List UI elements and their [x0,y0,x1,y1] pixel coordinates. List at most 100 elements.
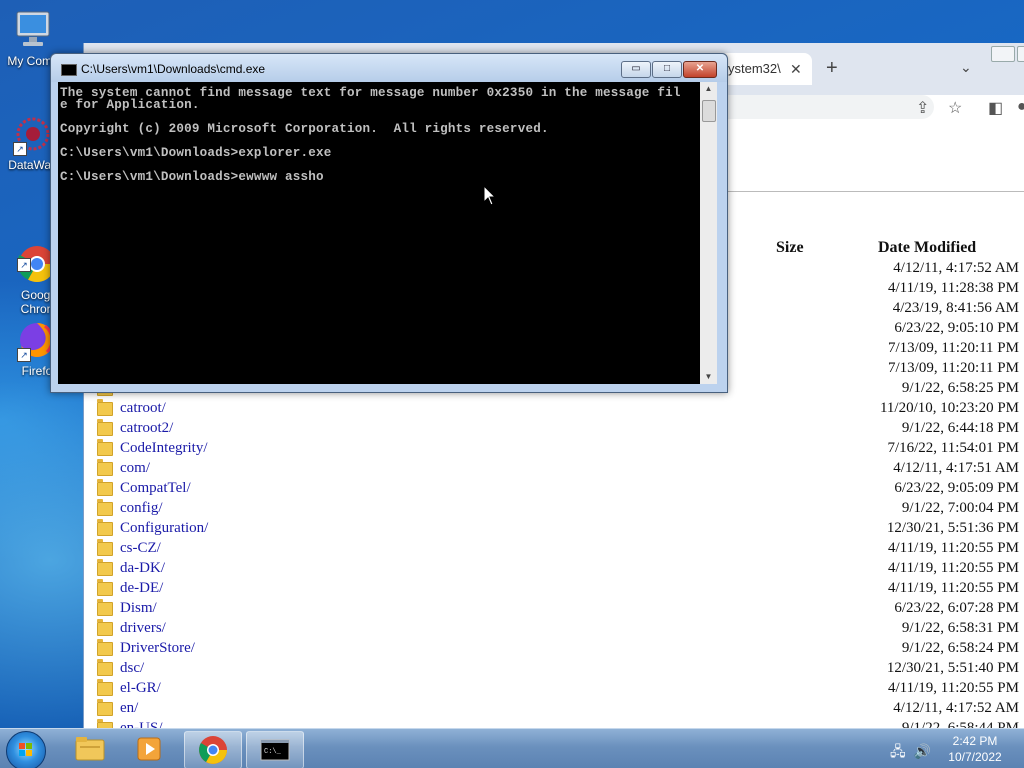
folder-icon [97,639,113,656]
folder-link[interactable]: CompatTel/ [120,480,191,497]
table-row: cs-CZ/4/11/19, 11:20:55 PM [84,539,1024,559]
close-tab-icon[interactable]: ✕ [790,53,802,85]
folder-link[interactable]: de-DE/ [120,580,163,597]
tab-search-chevron-icon[interactable]: ⌄ [960,59,972,76]
shortcut-arrow-icon: ↗ [17,258,31,272]
table-row: CodeIntegrity/7/16/22, 11:54:01 PM [84,439,1024,459]
datawag-icon: ↗ [11,112,55,156]
date-modified-cell: 4/11/19, 11:20:55 PM [888,680,1019,696]
taskbar: C:\_ 🖧 🔊 2:42 PM 10/7/2022 [0,728,1024,768]
chrome-icon [199,736,227,764]
cmd-console[interactable]: The system cannot find message text for … [58,82,700,384]
folder-icon [97,699,113,716]
folder-icon [97,519,113,536]
folder-link[interactable]: dsc/ [120,660,144,677]
folder-link[interactable]: CodeIntegrity/ [120,440,207,457]
table-row: dsc/12/30/21, 5:51:40 PM [84,659,1024,679]
folder-link[interactable]: DriverStore/ [120,640,195,657]
close-button[interactable]: ✕ [683,61,717,78]
console-line: C:\Users\vm1\Downloads>explorer.exe [60,146,332,160]
date-modified-cell: 7/16/22, 11:54:01 PM [887,440,1019,456]
folder-link[interactable]: Dism/ [120,600,157,617]
scroll-down-arrow-icon[interactable]: ▼ [700,370,717,384]
folder-link[interactable]: cs-CZ/ [120,540,161,557]
date-modified-cell: 4/12/11, 4:17:51 AM [893,460,1019,476]
date-modified-cell: 6/23/22, 9:05:10 PM [894,320,1019,336]
start-button[interactable] [6,731,46,768]
date-modified-cell: 4/11/19, 11:28:38 PM [888,280,1019,296]
maximize-button[interactable]: □ [652,61,682,78]
scroll-thumb[interactable] [702,100,716,122]
table-row: CompatTel/6/23/22, 9:05:09 PM [84,479,1024,499]
computer-icon [11,8,55,52]
folder-icon [97,619,113,636]
clock[interactable]: 2:42 PM 10/7/2022 [940,733,1010,765]
share-icon[interactable]: ⇪ [916,98,929,118]
table-row: de-DE/4/11/19, 11:20:55 PM [84,579,1024,599]
date-modified-cell: 12/30/21, 5:51:40 PM [886,660,1019,676]
date-modified-cell: 11/20/10, 10:23:20 PM [879,400,1019,416]
cmd-title-bar[interactable]: C:\Users\vm1\Downloads\cmd.exe ▭ □ ✕ [51,54,727,82]
date-modified-cell: 12/30/21, 5:51:36 PM [886,520,1019,536]
side-panel-icon[interactable]: ◧ [988,98,1003,118]
table-row: catroot2/9/1/22, 6:44:18 PM [84,419,1024,439]
date-modified-cell: 4/12/11, 4:17:52 AM [893,260,1019,276]
profile-icon[interactable]: ● [1017,98,1024,116]
column-header-size[interactable]: Size [776,239,804,257]
folder-icon [97,499,113,516]
folder-icon [97,579,113,596]
date-modified-cell: 9/1/22, 6:58:31 PM [901,620,1019,636]
browser-maximize-button[interactable] [1017,46,1024,62]
folder-icon [97,419,113,436]
folder-icon [97,479,113,496]
column-header-date-modified[interactable]: Date Modified [878,239,976,257]
cmd-window[interactable]: C:\Users\vm1\Downloads\cmd.exe ▭ □ ✕ The… [50,53,728,393]
shortcut-arrow-icon: ↗ [13,142,27,156]
folder-icon [97,399,113,416]
date-modified-cell: 7/13/09, 11:20:11 PM [888,340,1019,356]
folder-link[interactable]: config/ [120,500,163,517]
new-tab-button[interactable]: + [826,57,838,79]
date-modified-cell: 9/1/22, 6:58:24 PM [901,640,1019,656]
shortcut-arrow-icon: ↗ [17,348,31,362]
folder-link[interactable]: en/ [120,700,138,717]
scroll-up-arrow-icon[interactable]: ▲ [700,82,717,96]
table-row: drivers/9/1/22, 6:58:31 PM [84,619,1024,639]
cmd-window-title: C:\Users\vm1\Downloads\cmd.exe [81,62,266,76]
taskbar-chrome-button[interactable] [184,731,242,768]
minimize-button[interactable]: ▭ [621,61,651,78]
date-modified-cell: 4/23/19, 8:41:56 AM [892,300,1019,316]
table-row: com/4/12/11, 4:17:51 AM [84,459,1024,479]
date-modified-cell: 4/11/19, 11:20:55 PM [888,580,1019,596]
date-modified-cell: 9/1/22, 7:00:04 PM [901,500,1019,516]
windows-logo-icon [19,743,32,756]
folder-link[interactable]: catroot/ [120,400,166,417]
network-icon[interactable]: 🖧 [890,743,906,759]
folder-link[interactable]: catroot2/ [120,420,173,437]
folder-icon [97,659,113,676]
folder-link[interactable]: com/ [120,460,150,477]
table-row: Dism/6/23/22, 6:07:28 PM [84,599,1024,619]
date-modified-cell: 9/1/22, 6:58:25 PM [901,380,1019,396]
date-modified-cell: 4/11/19, 11:20:55 PM [888,560,1019,576]
svg-text:C:\_: C:\_ [264,748,282,756]
folder-icon [97,599,113,616]
table-row: da-DK/4/11/19, 11:20:55 PM [84,559,1024,579]
folder-link[interactable]: drivers/ [120,620,166,637]
browser-minimize-button[interactable] [991,46,1015,62]
folder-link[interactable]: da-DK/ [120,560,165,577]
folder-link[interactable]: Configuration/ [120,520,208,537]
cmd-scrollbar[interactable]: ▲ ▼ [700,82,717,384]
folder-icon [97,439,113,456]
clock-date: 10/7/2022 [948,750,1002,764]
browser-tab[interactable]: ystem32\ ✕ [720,53,812,85]
folder-link[interactable]: el-GR/ [120,680,161,697]
media-player-icon [137,737,161,761]
date-modified-cell: 7/13/09, 11:20:11 PM [888,360,1019,376]
taskbar-cmd-button[interactable]: C:\_ [246,731,304,768]
taskbar-explorer-button[interactable] [62,731,118,767]
bookmark-star-icon[interactable]: ☆ [948,98,962,118]
taskbar-media-player-button[interactable] [122,731,178,767]
volume-icon[interactable]: 🔊 [914,743,931,759]
folder-icon [97,679,113,696]
